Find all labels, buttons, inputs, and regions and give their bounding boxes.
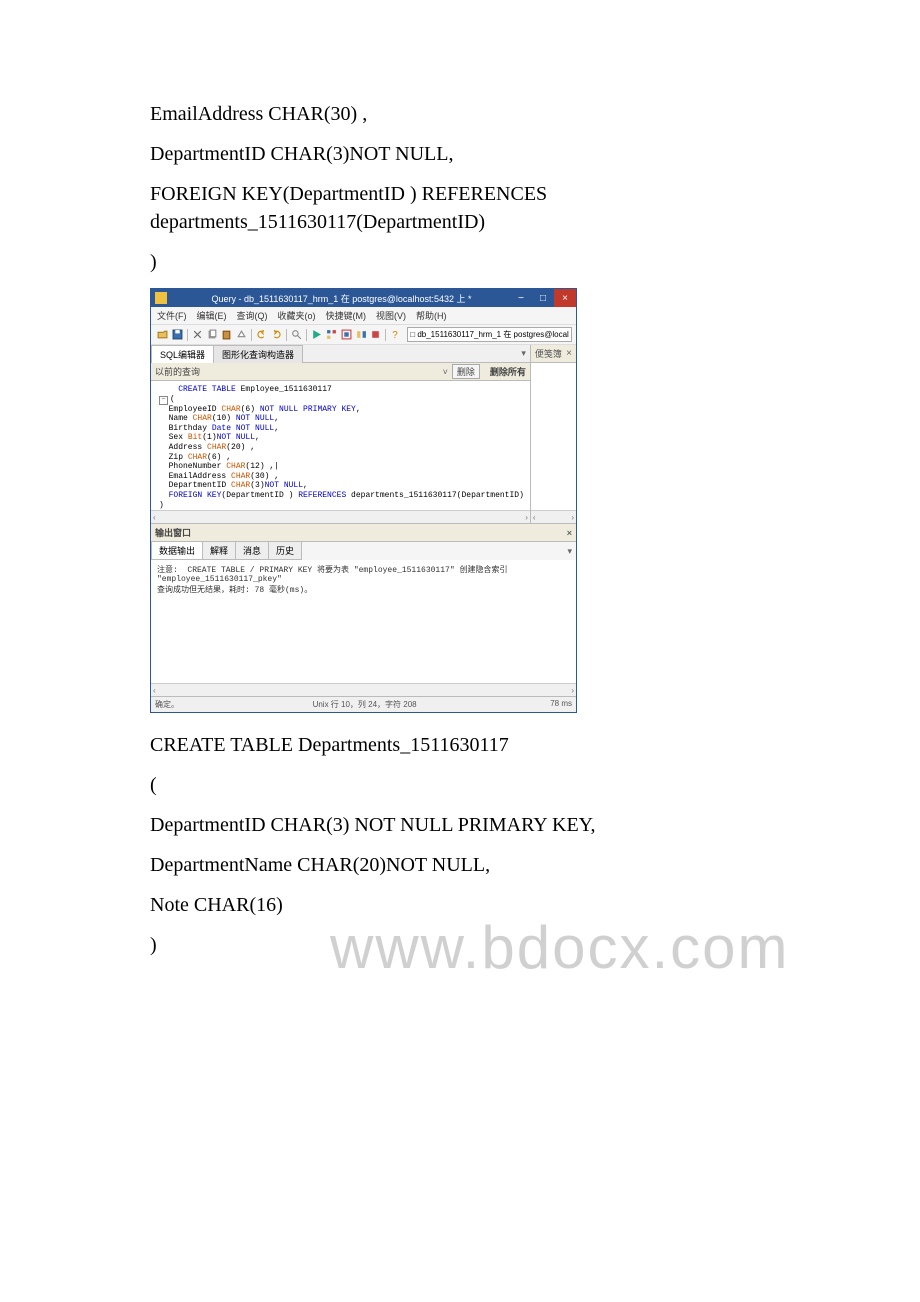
open-icon[interactable] (156, 328, 169, 341)
menu-edit[interactable]: 编辑(E) (197, 309, 227, 322)
previous-queries-label: 以前的查询 (155, 365, 443, 378)
find-icon[interactable] (290, 328, 303, 341)
close-button[interactable]: × (554, 289, 576, 307)
editor-tabs: SQL编辑器 图形化查询构造器 ▾ (151, 345, 530, 363)
explain-analyze-icon[interactable] (355, 328, 368, 341)
database-select[interactable] (407, 327, 572, 342)
undo-icon[interactable] (255, 328, 268, 341)
tab-history[interactable]: 历史 (268, 542, 302, 560)
explain-verbose-icon[interactable] (340, 328, 353, 341)
horizontal-scrollbar[interactable]: ‹› (151, 683, 576, 696)
clear-icon[interactable] (235, 328, 248, 341)
minimize-button[interactable]: − (510, 289, 532, 307)
tab-graphical-builder[interactable]: 图形化查询构造器 (213, 345, 303, 363)
sql-editor[interactable]: CREATE TABLE Employee_1511630117 −( Empl… (151, 381, 530, 510)
horizontal-scrollbar[interactable]: ‹› (151, 510, 530, 523)
doc-line: DepartmentName CHAR(20)NOT NULL, (100, 851, 820, 879)
redo-icon[interactable] (270, 328, 283, 341)
doc-line: ( (100, 771, 820, 799)
tab-explain[interactable]: 解释 (202, 542, 236, 560)
tab-data-output[interactable]: 数据输出 (151, 542, 203, 560)
paste-icon[interactable] (221, 328, 234, 341)
scratchpad-area[interactable] (531, 363, 576, 510)
collapse-icon[interactable]: − (159, 396, 168, 405)
output-body: 注意: CREATE TABLE / PRIMARY KEY 将要为表 "emp… (151, 560, 576, 683)
doc-line: EmailAddress CHAR(30) , (100, 100, 820, 128)
menu-help[interactable]: 帮助(H) (416, 309, 447, 322)
scratchpad-label: 便笺簿 (535, 347, 562, 360)
doc-line: DepartmentID CHAR(3)NOT NULL, (100, 140, 820, 168)
window-title: Query - db_1511630117_hrm_1 在 postgres@l… (173, 292, 510, 305)
menu-macro[interactable]: 快捷键(M) (326, 309, 367, 322)
dropdown-icon[interactable]: ▾ (521, 348, 526, 359)
delete-button[interactable]: 删除 (452, 364, 480, 379)
doc-line: FOREIGN KEY(DepartmentID ) REFERENCES de… (100, 180, 820, 236)
close-icon[interactable]: × (566, 348, 572, 359)
statusbar: 确定。 Unix 行 10，列 24，字符 208 78 ms (151, 696, 576, 712)
doc-line: DepartmentID CHAR(3) NOT NULL PRIMARY KE… (100, 811, 820, 839)
menu-view[interactable]: 视图(V) (376, 309, 406, 322)
watermark: www.bdocx.com (330, 913, 789, 982)
save-icon[interactable] (171, 328, 184, 341)
status-right: 78 ms (550, 699, 572, 710)
status-left: 确定。 (155, 699, 179, 710)
tab-messages[interactable]: 消息 (235, 542, 269, 560)
menu-file[interactable]: 文件(F) (157, 309, 187, 322)
app-icon (155, 292, 167, 304)
dropdown-icon[interactable]: ▾ (567, 546, 572, 556)
titlebar: Query - db_1511630117_hrm_1 在 postgres@l… (151, 289, 576, 307)
menu-favorites[interactable]: 收藏夹(o) (278, 309, 316, 322)
close-icon[interactable]: × (567, 528, 572, 538)
output-pane-label: 输出窗口 (155, 526, 191, 539)
maximize-button[interactable]: □ (532, 289, 554, 307)
tab-sql-editor[interactable]: SQL编辑器 (151, 345, 214, 363)
delete-all-button[interactable]: 删除所有 (490, 365, 526, 378)
doc-line: CREATE TABLE Departments_1511630117 (100, 731, 820, 759)
dropdown-icon[interactable]: ˅ (443, 367, 448, 377)
pgadmin-window: Query - db_1511630117_hrm_1 在 postgres@l… (150, 288, 577, 713)
explain-icon[interactable] (325, 328, 338, 341)
menu-query[interactable]: 查询(Q) (237, 309, 268, 322)
play-icon[interactable] (310, 328, 323, 341)
toolbar: ? (151, 324, 576, 345)
svg-text:?: ? (393, 330, 399, 340)
copy-icon[interactable] (206, 328, 219, 341)
help-icon[interactable]: ? (389, 328, 402, 341)
menubar: 文件(F) 编辑(E) 查询(Q) 收藏夹(o) 快捷键(M) 视图(V) 帮助… (151, 307, 576, 324)
horizontal-scrollbar[interactable]: ‹› (531, 510, 576, 523)
stop-icon[interactable] (370, 328, 383, 341)
status-mid: Unix 行 10，列 24，字符 208 (313, 699, 417, 710)
cut-icon[interactable] (191, 328, 204, 341)
doc-line: ) (100, 248, 820, 276)
